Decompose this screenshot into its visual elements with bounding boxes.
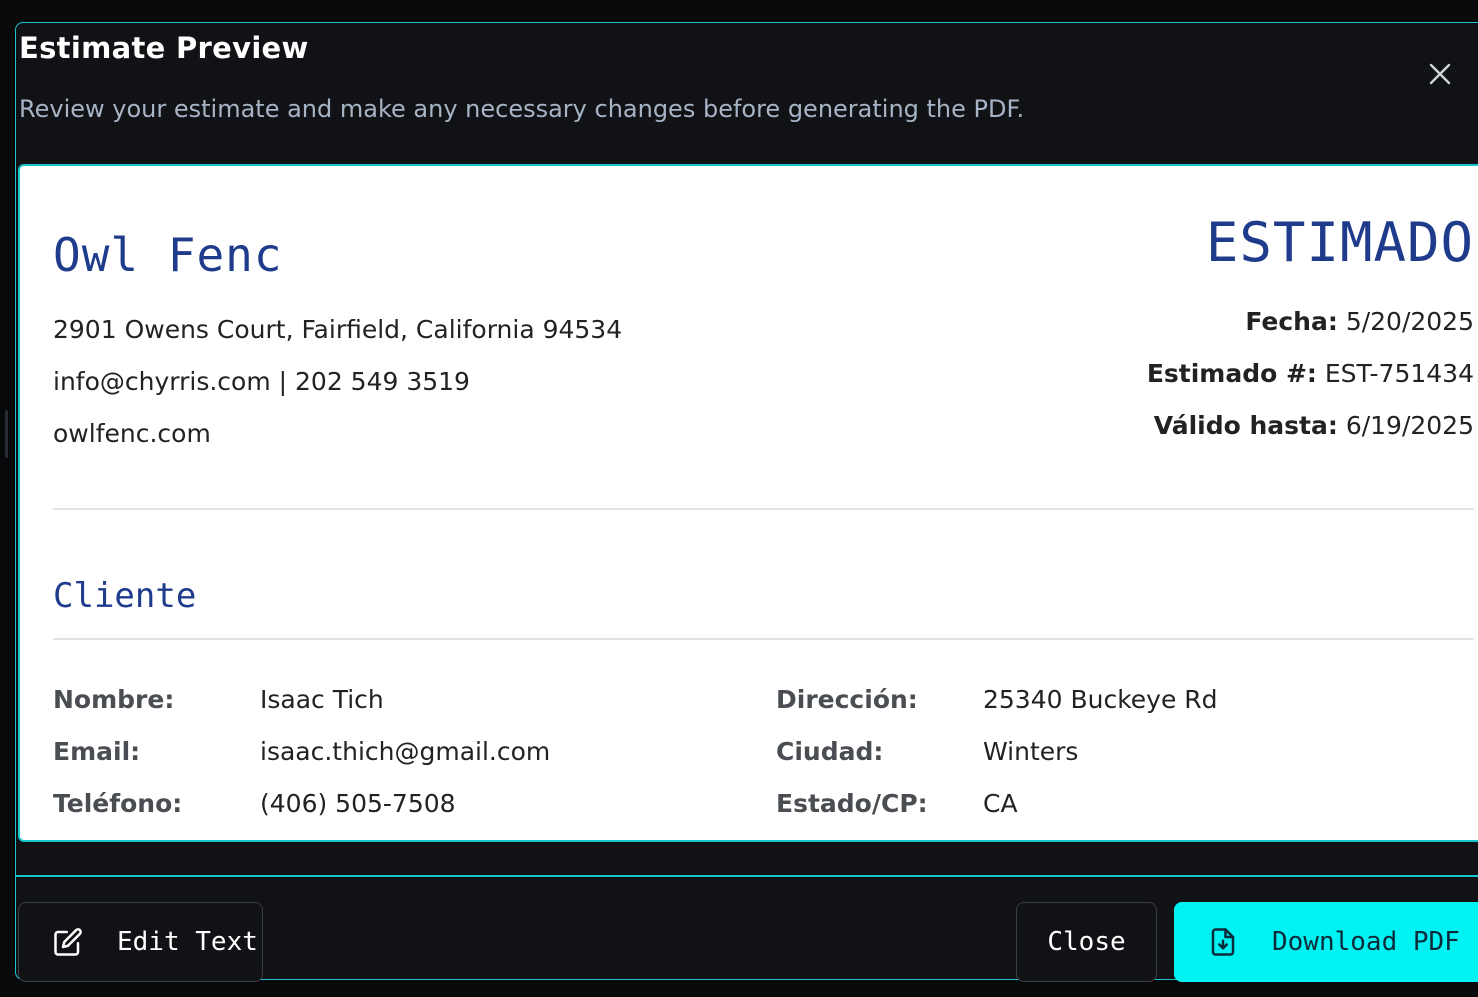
download-pdf-button[interactable]: Download PDF — [1174, 902, 1478, 982]
estimate-date-label: Fecha: — [1245, 307, 1338, 336]
estimate-valid-value: 6/19/2025 — [1345, 411, 1474, 440]
edit-text-button[interactable]: Edit Text — [18, 902, 263, 982]
dialog-title: Estimate Preview — [19, 31, 309, 65]
estimate-date-value: 5/20/2025 — [1345, 307, 1474, 336]
estimate-number-value: EST-751434 — [1324, 359, 1474, 388]
company-name: Owl Fenc — [53, 228, 283, 282]
client-section-title: Cliente — [53, 576, 197, 616]
file-download-icon — [1208, 927, 1238, 957]
client-state-value: CA — [983, 789, 1018, 818]
client-email-label: Email: — [53, 737, 141, 766]
client-address-label: Dirección: — [776, 685, 918, 714]
client-city-label: Ciudad: — [776, 737, 884, 766]
close-icon[interactable] — [1425, 59, 1455, 89]
background-logo — [490, 0, 1050, 22]
edit-text-label: Edit Text — [117, 927, 258, 957]
client-city-value: Winters — [983, 737, 1079, 766]
company-website: owlfenc.com — [53, 419, 211, 448]
estimate-valid-label: Válido hasta: — [1153, 411, 1338, 440]
company-address: 2901 Owens Court, Fairfield, California … — [53, 315, 623, 344]
client-phone-label: Teléfono: — [53, 789, 183, 818]
client-address-value: 25340 Buckeye Rd — [983, 685, 1218, 714]
dialog-description: Review your estimate and make any necess… — [19, 95, 1025, 123]
client-divider — [53, 638, 1474, 640]
footer-divider — [16, 875, 1478, 877]
close-button-label: Close — [1047, 927, 1126, 957]
estimate-number-label: Estimado #: — [1146, 359, 1317, 388]
download-pdf-label: Download PDF — [1272, 927, 1460, 957]
client-state-label: Estado/CP: — [776, 789, 928, 818]
estimate-date: Fecha: 5/20/2025 — [1245, 307, 1474, 336]
resize-handle — [5, 410, 8, 458]
edit-icon — [53, 927, 83, 957]
estimate-heading: ESTIMADO — [1205, 211, 1474, 274]
client-name-value: Isaac Tich — [260, 685, 384, 714]
estimate-preview-dialog: Estimate Preview Review your estimate an… — [15, 22, 1478, 982]
close-button[interactable]: Close — [1016, 902, 1157, 982]
estimate-document: Owl Fenc 2901 Owens Court, Fairfield, Ca… — [18, 164, 1478, 842]
client-phone-value: (406) 505-7508 — [260, 789, 456, 818]
estimate-number: Estimado #: EST-751434 — [1147, 359, 1474, 388]
company-contact: info@chyrris.com | 202 549 3519 — [53, 367, 470, 396]
client-name-label: Nombre: — [53, 685, 175, 714]
estimate-valid-until: Válido hasta: 6/19/2025 — [1154, 411, 1474, 440]
client-email-value: isaac.thich@gmail.com — [260, 737, 551, 766]
header-divider — [53, 508, 1474, 510]
